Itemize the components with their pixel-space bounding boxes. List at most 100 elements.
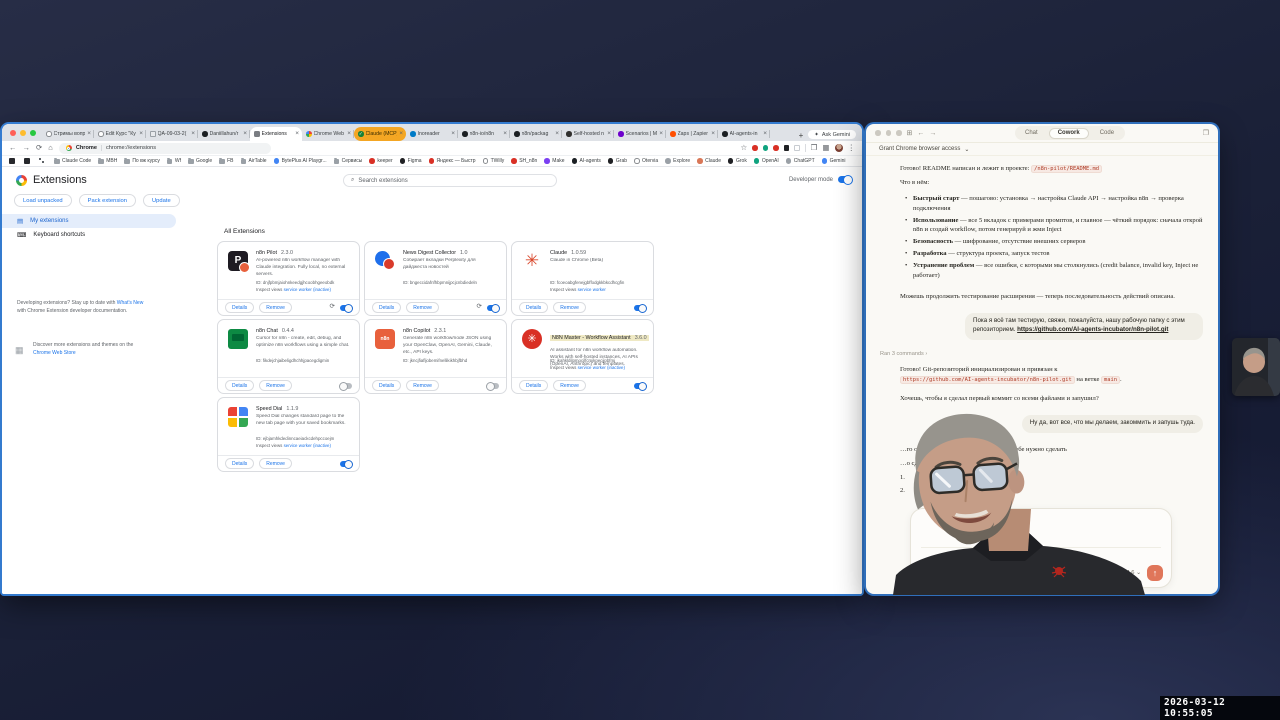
- sidebar-item-keyboard-shortcuts[interactable]: ⌨ Keyboard shortcuts: [2, 228, 176, 242]
- extension-light-icon[interactable]: [794, 145, 800, 151]
- tab-chat[interactable]: Chat: [1016, 128, 1047, 139]
- search-extensions-input[interactable]: ⌕ Search extensions: [343, 174, 557, 187]
- back-icon[interactable]: ←: [9, 144, 17, 152]
- details-button[interactable]: Details: [519, 302, 549, 313]
- bookmark-item[interactable]: ChatGPT: [785, 158, 815, 164]
- service-worker-link[interactable]: service worker (inactive): [578, 365, 625, 370]
- details-button[interactable]: Details: [225, 380, 255, 391]
- browser-access-banner[interactable]: Grant Chrome browser access ⌄: [866, 143, 1218, 156]
- bookmark-item[interactable]: TWilly: [482, 158, 504, 164]
- repo-link[interactable]: https://github.com/AI-agents-incubator/n…: [1017, 326, 1168, 333]
- bookmark-star-icon[interactable]: ☆: [740, 144, 747, 152]
- bookmark-item[interactable]: AirTable: [240, 157, 267, 164]
- tab-close-icon[interactable]: ×: [555, 130, 559, 138]
- bookmark-item[interactable]: Grab: [607, 158, 627, 164]
- bookmark-item[interactable]: Make: [544, 158, 565, 164]
- address-bar[interactable]: Chrome chrome://extensions: [58, 142, 271, 154]
- close-window-button[interactable]: [875, 130, 881, 136]
- bookmark-item[interactable]: Google: [188, 157, 212, 164]
- tab-close-icon[interactable]: ×: [711, 130, 715, 138]
- whats-new-link[interactable]: What's New: [117, 300, 144, 306]
- reload-icon[interactable]: ⟳: [36, 144, 42, 152]
- chrome-web-store-link[interactable]: Chrome Web Store: [33, 350, 76, 356]
- reload-extension-icon[interactable]: ⟳: [477, 304, 482, 311]
- browser-tab[interactable]: Chrome Web ×: [302, 127, 354, 141]
- remove-button[interactable]: Remove: [553, 302, 586, 313]
- details-button[interactable]: Details: [372, 302, 402, 313]
- bookmark-item[interactable]: FB: [219, 157, 234, 164]
- sidebar-item-my-extensions[interactable]: ▤ My extensions: [2, 214, 176, 228]
- details-button[interactable]: Details: [225, 458, 255, 469]
- browser-tab[interactable]: Daniillahun/r ×: [198, 127, 250, 141]
- remove-button[interactable]: Remove: [259, 302, 292, 313]
- browser-tab[interactable]: n8n-io/n8n ×: [458, 127, 510, 141]
- tab-close-icon[interactable]: ×: [243, 130, 247, 138]
- bookmark-item[interactable]: BytePlus AI Playgr...: [273, 158, 327, 164]
- sidebar-toggle-icon[interactable]: ⊞: [907, 130, 913, 137]
- browser-tab[interactable]: Edit Курс "Ку ×: [94, 127, 146, 141]
- bookmark-item[interactable]: Сервисы: [333, 157, 362, 164]
- tool-use-summary[interactable]: Ran 3 commands ›: [880, 350, 1203, 358]
- window-controls[interactable]: [6, 130, 42, 141]
- browser-tab[interactable]: Стримы вопр ×: [42, 127, 94, 141]
- extension-enable-toggle[interactable]: [634, 381, 647, 391]
- home-icon[interactable]: ⌂: [48, 144, 53, 152]
- details-button[interactable]: Details: [519, 380, 549, 391]
- tab-close-icon[interactable]: ×: [139, 130, 143, 138]
- forward-icon[interactable]: →: [23, 144, 31, 152]
- browser-tab[interactable]: Scenarios | M ×: [614, 127, 666, 141]
- tab-close-icon[interactable]: ×: [399, 130, 403, 138]
- extension-enable-toggle[interactable]: [340, 459, 353, 469]
- extension-teal-icon[interactable]: [762, 145, 769, 151]
- maximize-window-button[interactable]: [30, 130, 36, 136]
- tab-code[interactable]: Code: [1091, 128, 1123, 139]
- tab-close-icon[interactable]: ×: [347, 130, 351, 138]
- bookmark-item[interactable]: [24, 158, 32, 164]
- details-button[interactable]: Details: [225, 302, 255, 313]
- bookmark-item[interactable]: По вж курсу: [124, 157, 160, 164]
- bookmark-item[interactable]: [39, 158, 47, 164]
- bookmark-item[interactable]: Claude Code: [54, 157, 91, 164]
- profile-avatar[interactable]: [834, 144, 843, 152]
- browser-tab[interactable]: AI-agents-in ×: [718, 127, 770, 141]
- service-worker-link[interactable]: service worker (inactive): [284, 287, 331, 292]
- extension-dark-icon[interactable]: [783, 145, 790, 151]
- minimize-window-button[interactable]: [885, 130, 891, 136]
- details-button[interactable]: Details: [372, 380, 402, 391]
- extension-red-icon[interactable]: [752, 145, 758, 151]
- browser-tab[interactable]: QA-09-03-2( ×: [146, 127, 198, 141]
- developer-mode-toggle[interactable]: [838, 175, 853, 185]
- bookmark-item[interactable]: Grok: [727, 158, 747, 164]
- update-button[interactable]: Update: [142, 194, 180, 207]
- new-tab-button[interactable]: +: [794, 131, 809, 141]
- tab-close-icon[interactable]: ×: [503, 130, 507, 138]
- pack-extension-button[interactable]: Pack extension: [78, 194, 136, 207]
- extension-enable-toggle[interactable]: [340, 303, 353, 313]
- bookmark-item[interactable]: keeper: [369, 158, 393, 164]
- tab-close-icon[interactable]: ×: [295, 130, 299, 138]
- new-window-icon[interactable]: ❐: [1203, 129, 1209, 137]
- tab-cowork[interactable]: Cowork: [1048, 127, 1089, 139]
- bookmark-item[interactable]: OpenAI: [753, 158, 779, 164]
- remove-button[interactable]: Remove: [406, 302, 439, 313]
- bookmark-item[interactable]: Wf: [166, 157, 181, 164]
- bookmark-item[interactable]: МВН: [98, 157, 117, 164]
- browser-tab[interactable]: Self-hosted n ×: [562, 127, 614, 141]
- extension-red2-icon[interactable]: [773, 145, 779, 151]
- bookmark-item[interactable]: Otervia: [634, 158, 658, 164]
- share-icon[interactable]: ❐: [811, 144, 818, 152]
- service-worker-link[interactable]: service worker: [578, 287, 606, 292]
- remove-button[interactable]: Remove: [259, 458, 292, 469]
- tab-close-icon[interactable]: ×: [607, 130, 611, 138]
- bookmark-item[interactable]: Figma: [399, 158, 422, 164]
- history-forward-icon[interactable]: →: [929, 130, 936, 137]
- extensions-menu-icon[interactable]: ▦: [822, 144, 829, 152]
- browser-tab[interactable]: Extensions ×: [250, 127, 302, 141]
- browser-tab[interactable]: Inoreader ×: [406, 127, 458, 141]
- browser-tab[interactable]: n8n/packag ×: [510, 127, 562, 141]
- ask-gemini-button[interactable]: ✦ Ask Gemini: [808, 130, 856, 139]
- minimize-window-button[interactable]: [20, 130, 26, 136]
- close-window-button[interactable]: [10, 130, 16, 136]
- history-back-icon[interactable]: ←: [917, 130, 924, 137]
- remove-button[interactable]: Remove: [553, 380, 586, 391]
